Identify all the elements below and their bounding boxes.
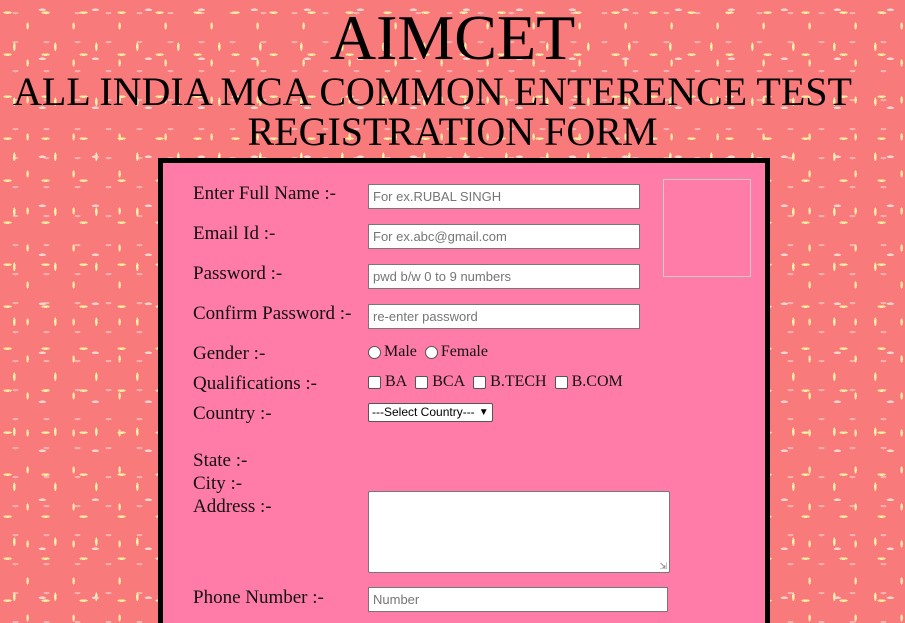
country-label: Country :- — [193, 403, 272, 424]
address-label: Address :- — [193, 496, 272, 517]
resize-grip-icon[interactable]: ⇲ — [659, 562, 667, 571]
phone-input[interactable]: Number — [368, 587, 668, 612]
bcom-checkbox-label: B.COM — [571, 373, 623, 390]
photo-box — [663, 179, 751, 277]
qualification-btech-option[interactable]: B.TECH — [473, 373, 547, 391]
btech-checkbox-label: B.TECH — [490, 373, 547, 390]
email-input[interactable]: For ex.abc@gmail.com — [368, 224, 640, 249]
bca-checkbox[interactable] — [415, 375, 429, 389]
password-label: Password :- — [193, 263, 283, 284]
qualifications-label: Qualifications :- — [193, 373, 317, 394]
qualifications-options: BA BCA B.TECH B.COM — [368, 373, 627, 394]
gender-female-option[interactable]: Female — [424, 343, 488, 361]
chevron-down-icon: ▼ — [478, 407, 489, 418]
bcom-checkbox[interactable] — [554, 375, 568, 389]
female-radio[interactable] — [424, 345, 438, 359]
btech-checkbox[interactable] — [473, 375, 487, 389]
email-label: Email Id :- — [193, 223, 276, 244]
bca-checkbox-label: BCA — [432, 373, 466, 390]
address-textarea[interactable]: ⇲ — [368, 491, 670, 573]
city-label: City :- — [193, 473, 243, 494]
gender-options: Male Female — [368, 343, 492, 364]
qualification-bca-option[interactable]: BCA — [415, 373, 465, 391]
confirm-password-input[interactable]: re-enter password — [368, 304, 640, 329]
full-name-label: Enter Full Name :- — [193, 183, 336, 204]
ba-checkbox[interactable] — [368, 375, 381, 389]
country-select-value: ---Select Country--- — [372, 405, 475, 419]
male-radio-label: Male — [384, 343, 417, 360]
confirm-password-label: Confirm Password :- — [193, 303, 352, 324]
phone-label: Phone Number :- — [193, 587, 324, 608]
full-name-input[interactable]: For ex.RUBAL SINGH — [368, 184, 640, 209]
form-title: REGISTRATION FORM — [247, 109, 658, 154]
gender-label: Gender :- — [193, 343, 266, 364]
registration-form: Enter Full Name :- For ex.RUBAL SINGH Em… — [158, 158, 770, 623]
password-input[interactable]: pwd b/w 0 to 9 numbers — [368, 264, 640, 289]
female-radio-label: Female — [440, 343, 488, 360]
country-select[interactable]: ---Select Country--- ▼ — [368, 403, 493, 422]
page-title: AIMCET — [329, 2, 576, 73]
state-label: State :- — [193, 450, 248, 471]
qualification-ba-option[interactable]: BA — [368, 373, 407, 391]
male-radio[interactable] — [368, 345, 381, 359]
qualification-bcom-option[interactable]: B.COM — [554, 373, 623, 391]
ba-checkbox-label: BA — [385, 373, 408, 390]
page-subtitle: ALL INDIA MCA COMMON ENTERENCE TEST — [13, 69, 852, 114]
gender-male-option[interactable]: Male — [368, 343, 417, 361]
